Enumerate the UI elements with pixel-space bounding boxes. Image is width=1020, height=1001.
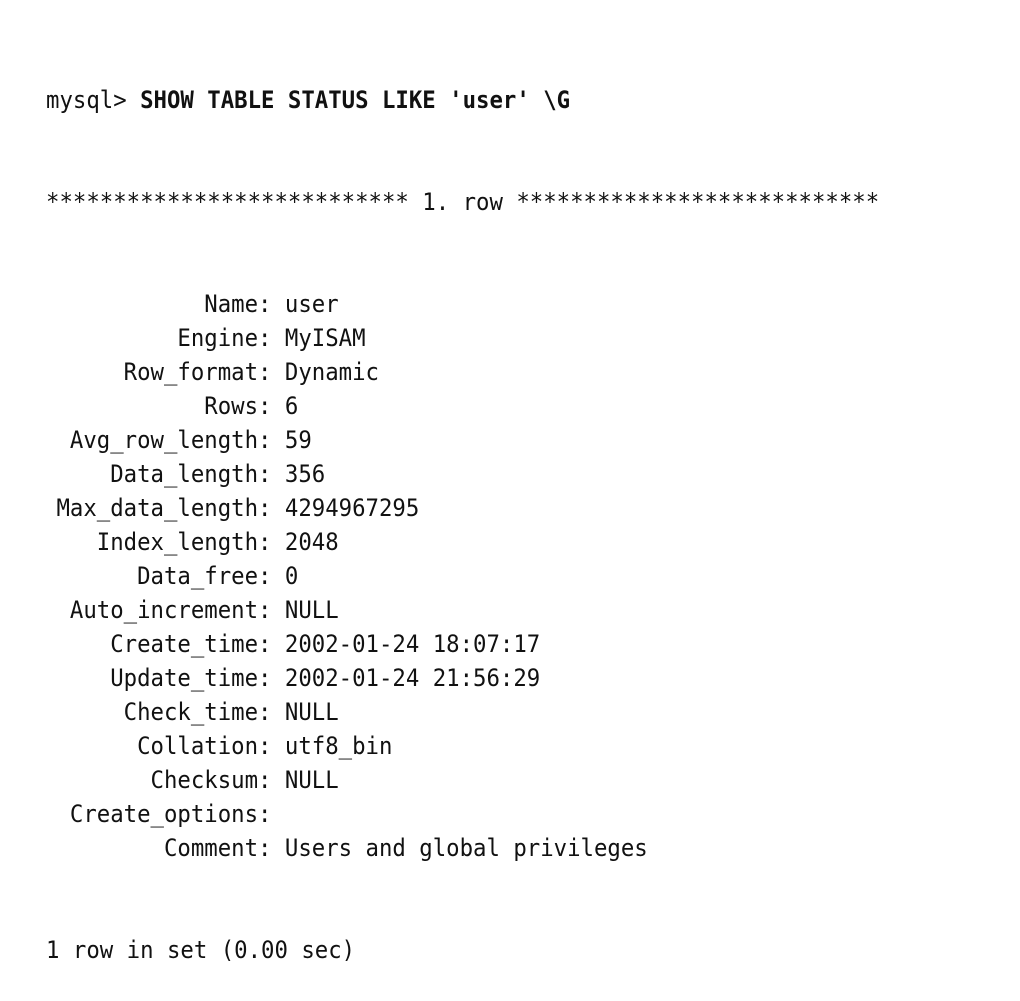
field-row-row-format: Row_format: Dynamic [46,355,879,389]
field-separator: : [258,698,285,726]
field-row-update-time: Update_time: 2002-01-24 21:56:29 [46,661,879,695]
field-name: Check_time [123,698,259,726]
field-row-checksum: Checksum: NULL [46,763,879,797]
field-value: NULL [284,766,339,794]
field-value: Users and global privileges [284,834,648,862]
field-value: 59 [284,426,312,454]
field-value: 2002-01-24 18:07:17 [284,630,541,658]
field-separator: : [258,460,285,488]
field-row-collation: Collation: utf8_bin [46,729,879,763]
command-line: mysql> SHOW TABLE STATUS LIKE 'user' \G [46,83,879,117]
mysql-prompt: mysql> [46,86,141,114]
field-separator: : [258,562,285,590]
field-name: Checksum [150,766,259,794]
field-name: Collation [137,732,259,760]
field-row-engine: Engine: MyISAM [46,321,879,355]
field-separator: : [258,834,285,862]
field-value: 6 [284,392,299,420]
result-footer: 1 row in set (0.00 sec) [46,936,356,964]
field-row-rows: Rows: 6 [46,389,879,423]
field-row-create-options: Create_options: [46,797,879,831]
field-row-create-time: Create_time: 2002-01-24 18:07:17 [46,627,879,661]
field-separator: : [258,766,285,794]
sql-command: SHOW TABLE STATUS LIKE 'user' \G [140,86,571,114]
row-header: *************************** 1. row *****… [46,188,880,216]
field-row-index-length: Index_length: 2048 [46,525,879,559]
field-value: 2048 [284,528,339,556]
field-name: Update_time [110,664,259,692]
field-separator: : [258,800,285,828]
field-row-avg-row-length: Avg_row_length: 59 [46,423,879,457]
field-value: NULL [284,596,339,624]
field-name: Data_length [110,460,259,488]
field-value: 0 [284,562,299,590]
field-name: Auto_increment [69,596,259,624]
field-value: 356 [284,460,326,488]
field-separator: : [258,324,285,352]
field-separator: : [258,392,285,420]
field-name: Comment [163,834,259,862]
field-value: NULL [284,698,339,726]
field-separator: : [258,358,285,386]
field-separator: : [258,630,285,658]
field-row-max-data-length: Max_data_length: 4294967295 [46,491,879,525]
field-name: Row_format [123,358,259,386]
field-separator: : [258,494,285,522]
field-name: Index_length [96,528,259,556]
field-row-data-length: Data_length: 356 [46,457,879,491]
field-name: Engine [177,324,259,352]
field-name: Data_free [137,562,259,590]
field-separator: : [258,664,285,692]
field-name: Create_options [69,800,259,828]
field-row-name: Name: user [46,287,879,321]
field-name: Create_time [110,630,259,658]
field-name: Rows [204,392,259,420]
field-value: MyISAM [284,324,366,352]
field-row-auto-increment: Auto_increment: NULL [46,593,879,627]
field-value: 2002-01-24 21:56:29 [284,664,541,692]
field-separator: : [258,528,285,556]
field-row-data-free: Data_free: 0 [46,559,879,593]
mysql-console-output: mysql> SHOW TABLE STATUS LIKE 'user' \G … [46,15,879,1001]
field-list: Name: user Engine: MyISAM Row_format: Dyna… [46,287,879,865]
field-value: utf8_bin [284,732,393,760]
field-value: user [284,290,339,318]
field-name: Name [204,290,259,318]
field-name: Avg_row_length [69,426,259,454]
field-separator: : [258,290,285,318]
field-separator: : [258,426,285,454]
field-separator: : [258,596,285,624]
field-value: 4294967295 [284,494,420,522]
field-separator: : [258,732,285,760]
field-row-check-time: Check_time: NULL [46,695,879,729]
field-value: Dynamic [284,358,379,386]
field-name: Max_data_length [56,494,259,522]
field-row-comment: Comment: Users and global privileges [46,831,879,865]
